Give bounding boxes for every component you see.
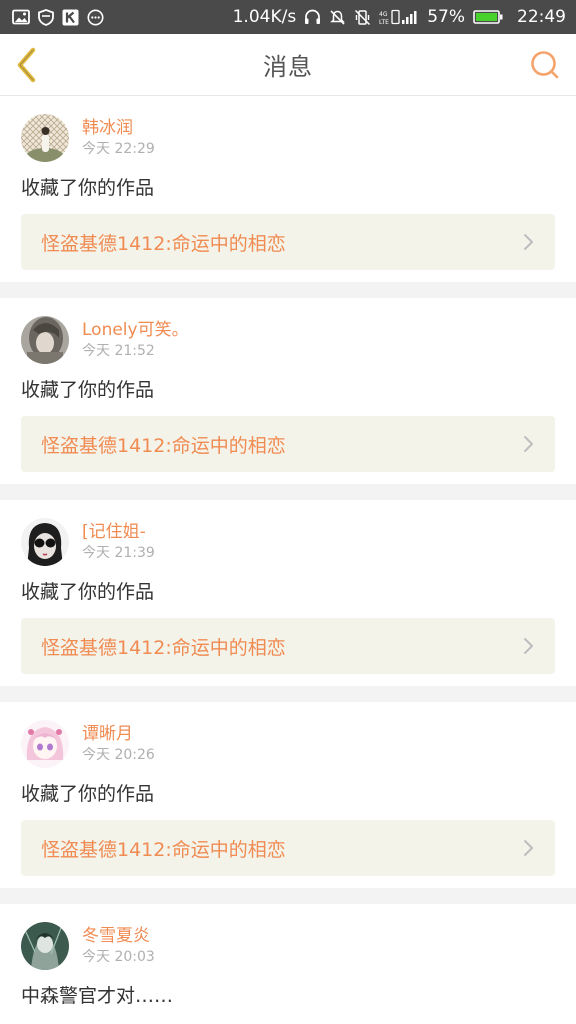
work-link[interactable]: 怪盗基德1412:命运中的相恋 <box>21 618 555 674</box>
message-header: [记住姐- 今天 21:39 <box>21 518 555 566</box>
svg-text:LTE: LTE <box>379 19 389 26</box>
mute-icon <box>329 9 346 26</box>
message-item: 冬雪夏炎 今天 20:03 中森警官才对…… <box>0 904 576 1024</box>
avatar[interactable] <box>21 720 69 768</box>
message-text: 收藏了你的作品 <box>21 379 155 401</box>
username[interactable]: 谭晰月 <box>82 724 155 744</box>
battery-percent: 57% <box>427 6 465 27</box>
status-bar: 1.04K/s 4G LTE 57% 22:49 <box>0 0 576 34</box>
message-item: 韩冰润 今天 22:29 收藏了你的作品 怪盗基德1412:命运中的相恋 <box>0 96 576 282</box>
message-header: Lonely可笑。 今天 21:52 <box>21 316 555 364</box>
message-text: 收藏了你的作品 <box>21 783 155 805</box>
timestamp: 今天 21:52 <box>82 343 155 359</box>
k-app-icon <box>62 9 79 26</box>
chevron-right-icon <box>524 638 533 654</box>
timestamp: 今天 20:03 <box>82 949 155 965</box>
image-icon <box>12 9 30 25</box>
chevron-right-icon <box>524 234 533 250</box>
message-item: 谭晰月 今天 20:26 收藏了你的作品 怪盗基德1412:命运中的相恋 <box>0 702 576 888</box>
page-title: 消息 <box>263 53 313 81</box>
vibrate-off-icon <box>354 9 371 26</box>
message-meta: 韩冰润 今天 22:29 <box>82 118 155 158</box>
search-icon <box>531 51 559 79</box>
chat-bubble-icon <box>87 9 104 26</box>
message-header: 韩冰润 今天 22:29 <box>21 114 555 162</box>
back-button[interactable] <box>12 46 42 84</box>
svg-text:4G: 4G <box>379 11 388 18</box>
message-meta: 谭晰月 今天 20:26 <box>82 724 155 764</box>
clock: 22:49 <box>517 6 566 27</box>
avatar[interactable] <box>21 922 69 970</box>
avatar[interactable] <box>21 316 69 364</box>
message-text: 收藏了你的作品 <box>21 177 155 199</box>
work-title: 怪盗基德1412:命运中的相恋 <box>41 434 286 457</box>
timestamp: 今天 21:39 <box>82 545 155 561</box>
battery-icon <box>473 9 503 25</box>
work-title: 怪盗基德1412:命运中的相恋 <box>41 232 286 255</box>
work-title: 怪盗基德1412:命运中的相恋 <box>41 636 286 659</box>
message-header: 冬雪夏炎 今天 20:03 <box>21 922 555 970</box>
message-meta: Lonely可笑。 今天 21:52 <box>82 320 189 360</box>
messages-screen: 1.04K/s 4G LTE 57% 22:49 消息 韩冰润 今天 22:29… <box>0 0 576 1024</box>
message-text: 收藏了你的作品 <box>21 581 155 603</box>
username[interactable]: 韩冰润 <box>82 118 155 138</box>
status-bar-right: 1.04K/s 4G LTE 57% 22:49 <box>232 6 566 27</box>
message-header: 谭晰月 今天 20:26 <box>21 720 555 768</box>
chevron-right-icon <box>524 436 533 452</box>
avatar[interactable] <box>21 114 69 162</box>
search-button[interactable] <box>530 50 560 80</box>
timestamp: 今天 20:26 <box>82 747 155 763</box>
username[interactable]: [记住姐- <box>82 522 155 542</box>
message-feed: 韩冰润 今天 22:29 收藏了你的作品 怪盗基德1412:命运中的相恋 Lon… <box>0 96 576 1024</box>
signal-icon: 4G LTE <box>379 9 419 26</box>
headphones-icon <box>304 9 321 25</box>
shield-icon <box>38 8 54 26</box>
message-meta: [记住姐- 今天 21:39 <box>82 522 155 562</box>
chevron-right-icon <box>524 840 533 856</box>
username[interactable]: 冬雪夏炎 <box>82 926 155 946</box>
timestamp: 今天 22:29 <box>82 141 155 157</box>
status-bar-left <box>12 8 104 26</box>
work-link[interactable]: 怪盗基德1412:命运中的相恋 <box>21 416 555 472</box>
work-title: 怪盗基德1412:命运中的相恋 <box>41 838 286 861</box>
username[interactable]: Lonely可笑。 <box>82 320 189 340</box>
message-text: 中森警官才对…… <box>21 985 174 1007</box>
message-meta: 冬雪夏炎 今天 20:03 <box>82 926 155 966</box>
chevron-left-icon <box>17 47 36 83</box>
app-header: 消息 <box>0 34 576 96</box>
work-link[interactable]: 怪盗基德1412:命运中的相恋 <box>21 214 555 270</box>
work-link[interactable]: 怪盗基德1412:命运中的相恋 <box>21 820 555 876</box>
network-speed: 1.04K/s <box>232 6 297 27</box>
avatar[interactable] <box>21 518 69 566</box>
message-item: Lonely可笑。 今天 21:52 收藏了你的作品 怪盗基德1412:命运中的… <box>0 298 576 484</box>
message-item: [记住姐- 今天 21:39 收藏了你的作品 怪盗基德1412:命运中的相恋 <box>0 500 576 686</box>
